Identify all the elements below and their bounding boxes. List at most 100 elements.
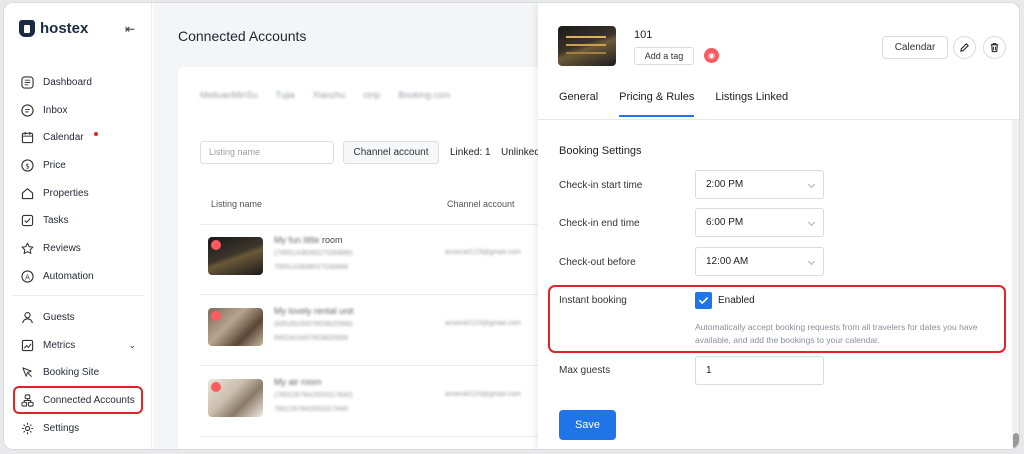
collapse-sidebar-icon[interactable]: ⇤ [125, 22, 135, 36]
listing-thumbnail [208, 308, 263, 346]
logo: hostex [19, 20, 88, 37]
sidebar-item-reviews[interactable]: Reviews [16, 237, 144, 259]
inbox-icon [21, 103, 34, 117]
sidebar-item-calendar[interactable]: Calendar [16, 126, 144, 148]
instant-booking-value: Enabled [718, 295, 755, 306]
sidebar-item-guests[interactable]: Guests [16, 306, 144, 328]
checkin-start-select[interactable]: 2:00 PM [695, 170, 824, 199]
delete-button[interactable] [983, 36, 1006, 59]
listing-id: 7955143839027030686 [274, 264, 348, 271]
sidebar-item-price[interactable]: $ Price [16, 154, 144, 176]
channel-tabs: MeituanMinSu Tujia Xiaozhu ctrip Booking… [200, 90, 450, 100]
home-icon [21, 187, 34, 200]
scrollbar-thumb[interactable] [1013, 433, 1019, 449]
table-row[interactable]: My fun little room (7955143839027030686)… [200, 227, 578, 287]
section-title: Booking Settings [559, 145, 642, 157]
column-header-listing: Listing name [211, 199, 263, 209]
listing-photo [558, 26, 616, 66]
svg-text:A: A [25, 273, 30, 281]
user-icon [21, 311, 34, 324]
sidebar-item-label: Reviews [43, 242, 81, 254]
channel-email: ansera0123@gmail.com [445, 391, 521, 398]
listing-name: My fun little room [274, 235, 343, 245]
listing-thumbnail [208, 379, 263, 417]
scrollbar[interactable] [1012, 120, 1019, 449]
tab-channel[interactable]: MeituanMinSu [200, 90, 258, 100]
app-window: hostex ⇤ Dashboard Inbox Calendar $ Pric… [3, 2, 1020, 450]
sidebar: hostex ⇤ Dashboard Inbox Calendar $ Pric… [4, 3, 152, 449]
listing-id: (7802267842553317840) [274, 392, 353, 399]
table-row[interactable]: My lovely rental unit (69528100078038205… [200, 298, 578, 358]
listing-id: (6952810007803820568) [274, 321, 353, 328]
checkin-end-select[interactable]: 6:00 PM [695, 208, 824, 237]
instant-booking-checkbox[interactable] [695, 292, 712, 309]
calendar-icon [21, 131, 34, 144]
table-divider [200, 436, 578, 437]
svg-text:$: $ [25, 161, 30, 170]
sidebar-divider [12, 295, 144, 296]
calendar-button[interactable]: Calendar [882, 36, 948, 59]
sidebar-item-automation[interactable]: A Automation [16, 265, 144, 287]
sidebar-item-settings[interactable]: Settings [16, 417, 144, 439]
sidebar-item-tasks[interactable]: Tasks [16, 209, 144, 231]
airbnb-icon [211, 311, 221, 321]
tab-channel[interactable]: Booking.com [398, 90, 450, 100]
gear-icon [21, 422, 34, 435]
chevron-down-icon[interactable]: ⌄ [128, 340, 136, 351]
sidebar-item-properties[interactable]: Properties [16, 182, 144, 204]
airbnb-icon [211, 240, 221, 250]
tab-pricing-rules[interactable]: Pricing & Rules [619, 91, 695, 117]
channel-account-button[interactable]: Channel account [343, 141, 439, 164]
sidebar-item-label: Inbox [43, 104, 68, 116]
instant-booking-hint: Automatically accept booking requests fr… [695, 322, 978, 345]
save-button[interactable]: Save [559, 410, 616, 440]
max-guests-input[interactable]: 1 [695, 356, 824, 385]
tab-general[interactable]: General [559, 91, 598, 117]
listing-id: 7802267842553317840 [274, 406, 348, 413]
checkout-select[interactable]: 12:00 AM [695, 247, 824, 276]
channel-email: ansera0123@gmail.com [445, 249, 521, 256]
airbnb-icon: ◉ [704, 48, 719, 63]
sidebar-item-metrics[interactable]: Metrics ⌄ [16, 334, 144, 356]
table-divider [200, 224, 578, 225]
tasks-icon [21, 214, 34, 227]
table-row[interactable]: My air room (7802267842553317840) 780226… [200, 369, 578, 429]
listing-search-input[interactable]: Listing name [200, 141, 334, 164]
sidebar-item-label: Automation [43, 270, 94, 282]
star-icon [21, 242, 34, 255]
tab-listings-linked[interactable]: Listings Linked [715, 91, 788, 117]
tab-channel[interactable]: ctrip [363, 90, 380, 100]
checkout-label: Check-out before [559, 257, 636, 268]
sidebar-item-booking-site[interactable]: Booking Site [16, 361, 144, 383]
add-tag-button[interactable]: Add a tag [634, 47, 694, 65]
booking-site-icon [21, 366, 34, 379]
dashboard-icon [21, 75, 34, 89]
sidebar-item-label: Settings [43, 422, 80, 434]
listing-title: 101 [634, 29, 653, 41]
sidebar-item-label: Tasks [43, 214, 69, 226]
trash-icon [990, 43, 999, 53]
select-value: 6:00 PM [706, 217, 744, 228]
automation-icon: A [21, 269, 34, 283]
price-icon: $ [21, 158, 34, 172]
table-divider [200, 365, 578, 366]
tab-channel[interactable]: Xiaozhu [313, 90, 346, 100]
column-header-channel: Channel account [447, 199, 515, 209]
checkin-start-label: Check-in start time [559, 180, 643, 191]
notification-dot [93, 132, 98, 136]
edit-button[interactable] [953, 36, 976, 59]
accounts-card: MeituanMinSu Tujia Xiaozhu ctrip Booking… [178, 67, 578, 449]
pencil-icon [960, 43, 969, 52]
listing-id: (7955143839027030686) [274, 250, 353, 257]
sidebar-item-inbox[interactable]: Inbox [16, 99, 144, 121]
chevron-down-icon [807, 257, 816, 266]
unlinked-count: Unlinked [501, 147, 540, 158]
table-divider [200, 294, 578, 295]
sidebar-item-dashboard[interactable]: Dashboard [16, 71, 144, 93]
sidebar-item-label: Metrics [43, 339, 76, 351]
tab-channel[interactable]: Tujia [276, 90, 295, 100]
listing-name: My lovely rental unit [274, 306, 354, 316]
sidebar-item-label: Dashboard [43, 76, 92, 88]
chevron-down-icon [807, 218, 816, 227]
listing-id: 6952810007803820568 [274, 335, 348, 342]
